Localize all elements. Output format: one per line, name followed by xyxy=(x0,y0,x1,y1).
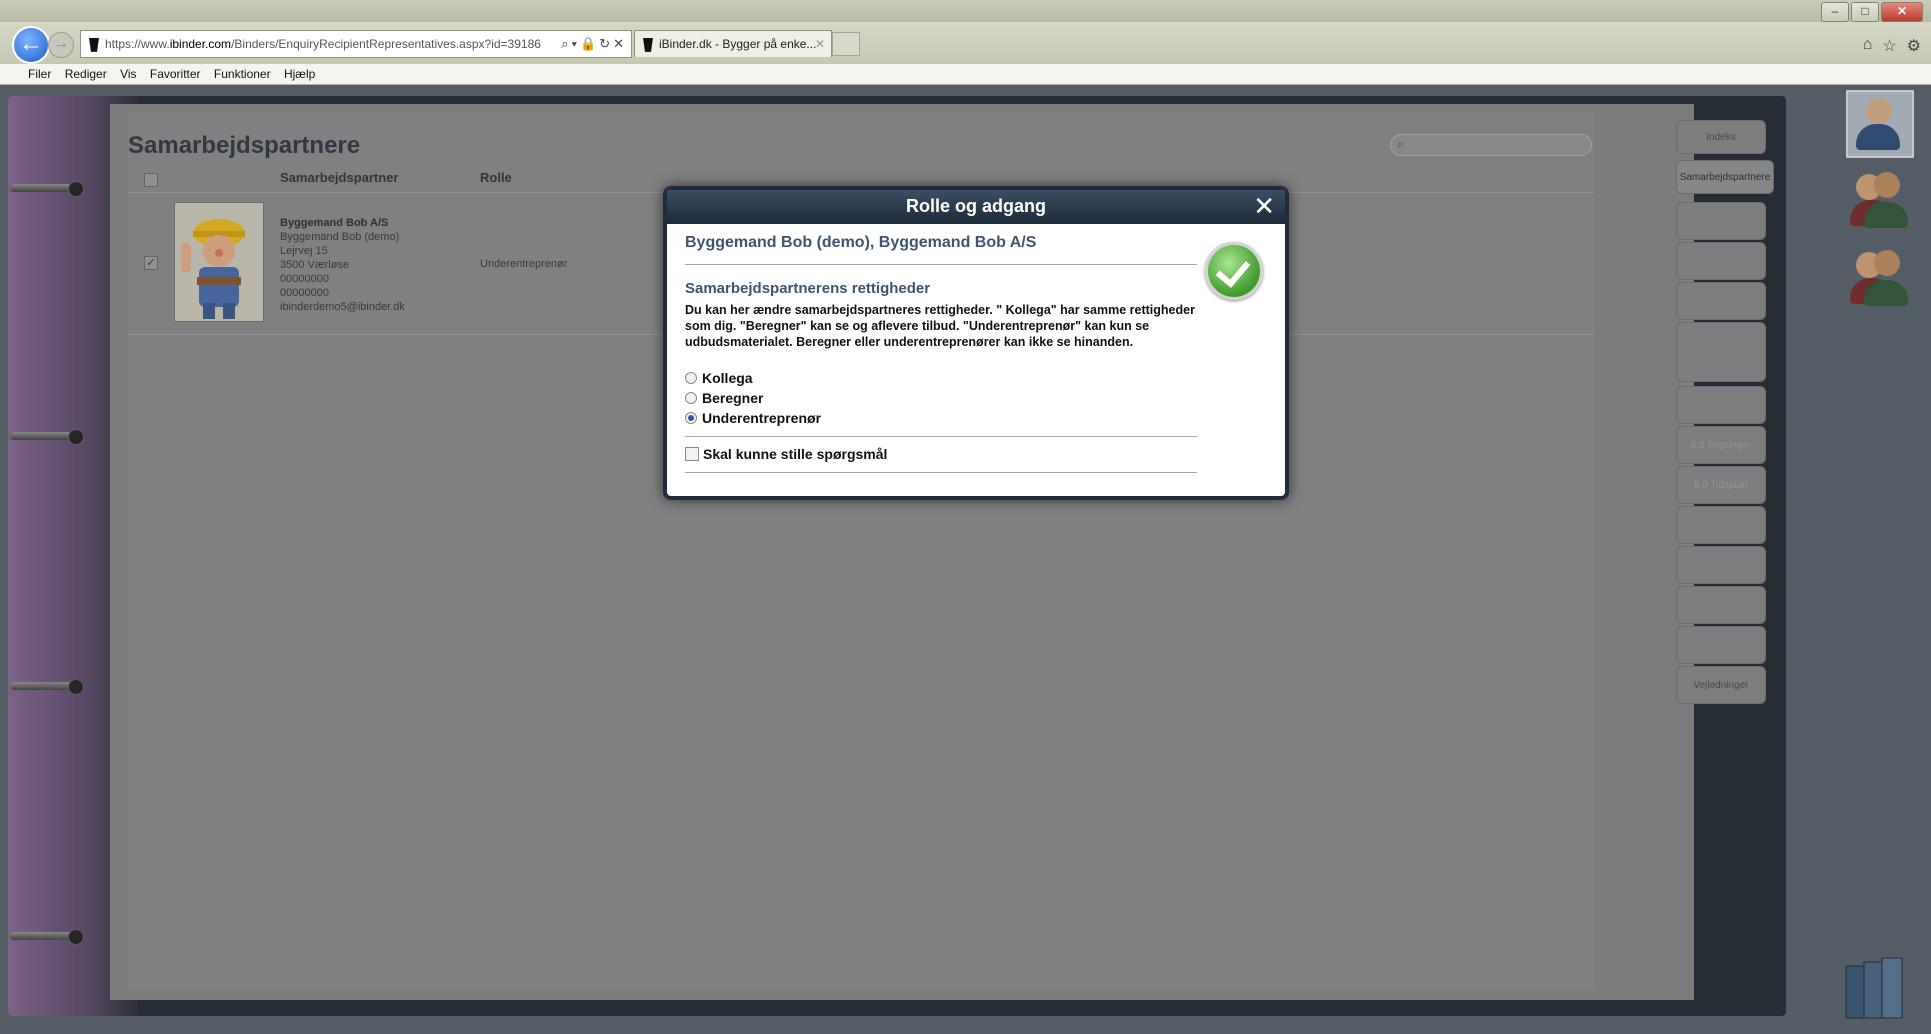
radio-label: Kollega xyxy=(702,370,753,386)
dialog-title: Rolle og adgang xyxy=(905,196,1046,216)
radio-button[interactable] xyxy=(685,372,697,384)
close-window-button[interactable]: ✕ xyxy=(1881,2,1923,22)
address-bar[interactable]: https://www.ibinder.com/Binders/EnquiryR… xyxy=(80,30,632,58)
dialog-header: Rolle og adgang ✕ xyxy=(667,190,1285,224)
forward-arrow-icon[interactable]: → xyxy=(48,32,74,58)
menu-rediger[interactable]: Rediger xyxy=(65,64,107,84)
url-domain: ibinder.com xyxy=(169,37,232,51)
role-access-dialog: Rolle og adgang ✕ Byggemand Bob (demo), … xyxy=(663,186,1289,500)
radio-label: Underentreprenør xyxy=(702,410,822,426)
window-controls: – □ ✕ xyxy=(1821,2,1923,22)
radio-underentreprenor[interactable]: Underentreprenør xyxy=(685,410,821,426)
address-controls[interactable]: ⌕▾🔒↻✕ xyxy=(561,31,627,57)
radio-button[interactable] xyxy=(685,392,697,404)
browser-tab[interactable]: iBinder.dk - Bygger på enke... ✕ xyxy=(634,30,832,57)
url-path: /Binders/EnquiryRecipientRepresentatives… xyxy=(231,37,541,51)
site-favicon-icon xyxy=(89,37,99,52)
divider xyxy=(685,436,1197,437)
radio-beregner[interactable]: Beregner xyxy=(685,390,763,406)
menu-hjaelp[interactable]: Hjælp xyxy=(284,64,315,84)
ask-questions-label: Skal kunne stille spørgsmål xyxy=(703,446,888,462)
radio-label: Beregner xyxy=(702,390,764,406)
menu-favoritter[interactable]: Favoritter xyxy=(150,64,201,84)
window-titlebar: – □ ✕ xyxy=(0,0,1931,22)
divider xyxy=(685,264,1197,265)
browser-right-icons: ⌂ ☆ ⚙ xyxy=(1863,36,1921,56)
checkmark-icon xyxy=(1205,242,1263,300)
radio-kollega[interactable]: Kollega xyxy=(685,370,753,386)
ask-questions-option[interactable]: Skal kunne stille spørgsmål xyxy=(685,446,887,462)
menu-bar: Filer Rediger Vis Favoritter Funktioner … xyxy=(0,64,1931,85)
home-icon[interactable]: ⌂ xyxy=(1863,36,1873,56)
ask-questions-checkbox[interactable] xyxy=(685,447,699,461)
tab-close-icon[interactable]: ✕ xyxy=(815,31,825,57)
maximize-button[interactable]: □ xyxy=(1851,2,1879,22)
back-arrow-icon[interactable]: ← xyxy=(12,26,50,64)
tab-title: iBinder.dk - Bygger på enke... xyxy=(659,37,817,51)
favorites-star-icon[interactable]: ☆ xyxy=(1882,36,1896,56)
menu-filer[interactable]: Filer xyxy=(28,64,51,84)
radio-button-selected[interactable] xyxy=(685,412,697,424)
menu-vis[interactable]: Vis xyxy=(120,64,136,84)
menu-funktioner[interactable]: Funktioner xyxy=(214,64,271,84)
tools-gear-icon[interactable]: ⚙ xyxy=(1907,36,1921,56)
close-icon[interactable]: ✕ xyxy=(1253,192,1275,220)
dialog-description: Du kan her ændre samarbejdspartneres ret… xyxy=(685,303,1195,349)
url-prefix: https://www. xyxy=(105,37,170,51)
new-tab-button[interactable] xyxy=(832,32,860,56)
tab-favicon-icon xyxy=(643,37,653,52)
dialog-partner-name: Byggemand Bob (demo), Byggemand Bob A/S xyxy=(685,234,1037,251)
dialog-subtitle: Samarbejdspartnerens rettigheder xyxy=(685,280,931,297)
minimize-button[interactable]: – xyxy=(1821,2,1849,22)
browser-navbar: ← → https://www.ibinder.com/Binders/Enqu… xyxy=(0,22,1931,64)
divider xyxy=(685,472,1197,473)
